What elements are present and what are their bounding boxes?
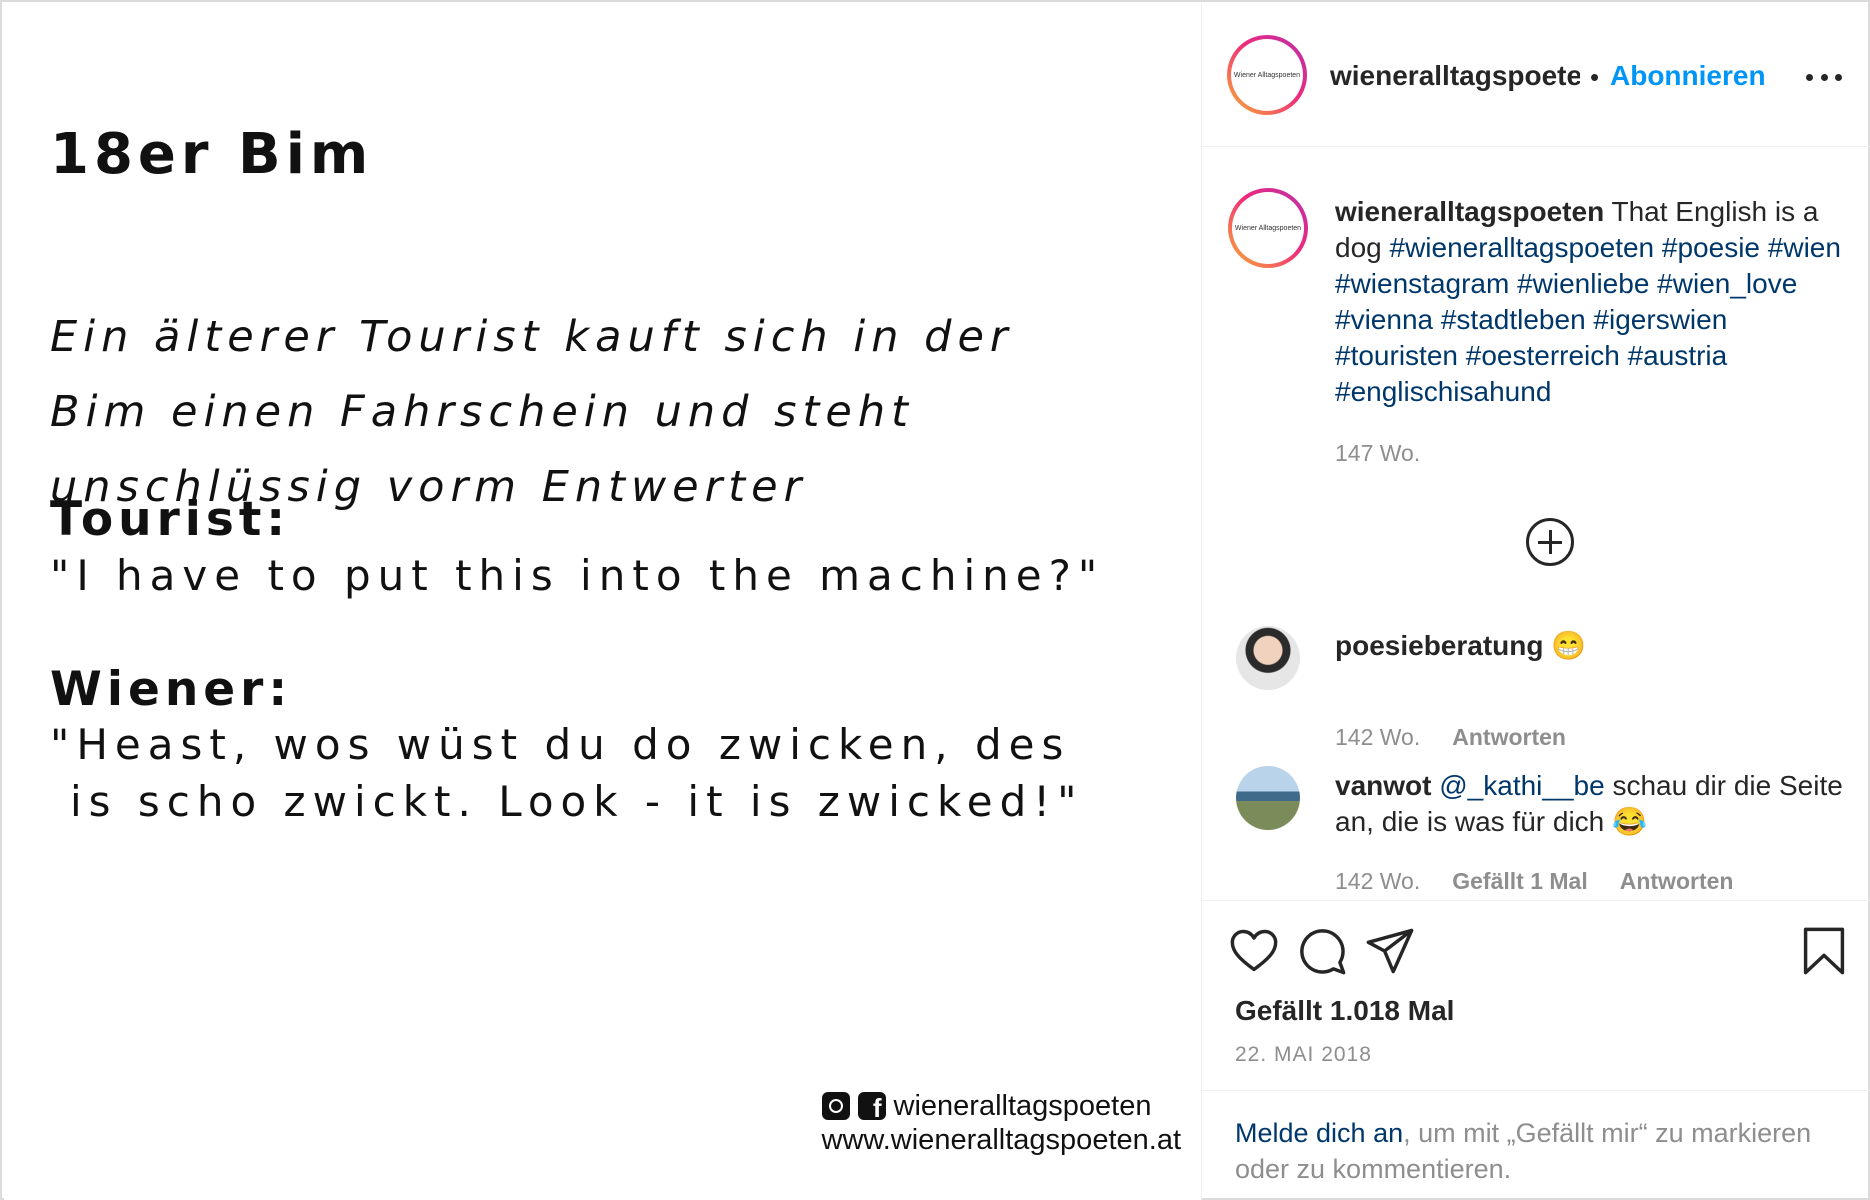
caption-time: 147 Wo.	[1335, 440, 1421, 466]
reply-button[interactable]: Antworten	[1620, 868, 1734, 894]
image-speaker-wiener: Wiener:	[50, 662, 293, 717]
comment-meta: 142 Wo. Antworten	[1335, 724, 1566, 751]
comment-time[interactable]: 142 Wo.	[1335, 724, 1420, 750]
post-window: 18er Bim Ein älterer Tourist kauft sich …	[0, 0, 1870, 1200]
avatar[interactable]	[1236, 766, 1300, 830]
image-quote-wiener-line1: "Heast, wos wüst du do zwicken, des	[50, 720, 1071, 769]
image-intro-line: Ein älterer Tourist kauft sich in der	[50, 312, 1014, 362]
comment-mention[interactable]: @_kathi__be	[1439, 770, 1604, 801]
image-intro-line: Bim einen Fahrschein und steht	[50, 387, 914, 437]
comment-time[interactable]: 142 Wo.	[1335, 868, 1420, 894]
avatar[interactable]: Wiener Alltagspoeten	[1228, 188, 1308, 268]
share-icon[interactable]	[1364, 925, 1416, 977]
header-username[interactable]: wieneralltagspoeten	[1330, 60, 1580, 92]
heart-icon[interactable]	[1228, 925, 1280, 977]
more-options-icon[interactable]	[1806, 62, 1842, 92]
load-more-comments-button[interactable]	[1526, 518, 1574, 566]
comment-username[interactable]: poesieberatung	[1335, 630, 1543, 661]
post-side-panel: Wiener Alltagspoeten wieneralltagspoeten…	[1202, 4, 1870, 1200]
login-prompt: Melde dich an, um mit „Gefällt mir“ zu m…	[1202, 1090, 1870, 1200]
image-footer-handle: wieneralltagspoeten	[893, 1089, 1152, 1122]
avatar[interactable]	[1236, 626, 1300, 690]
facebook-icon	[857, 1092, 886, 1124]
comment-username[interactable]: vanwot	[1335, 770, 1431, 801]
reply-button[interactable]: Antworten	[1452, 724, 1566, 750]
comments-section[interactable]: Wiener Alltagspoeten wieneralltagspoeten…	[1202, 148, 1870, 900]
post-actions: Gefällt 1.018 Mal 22. MAI 2018	[1202, 900, 1870, 1090]
comment-meta: 142 Wo. Gefällt 1 Mal Antworten	[1335, 868, 1733, 895]
caption: wieneralltagspoeten That English is a do…	[1335, 194, 1845, 410]
comment-text: 😁	[1551, 630, 1587, 661]
avatar[interactable]: Wiener Alltagspoeten	[1227, 35, 1307, 115]
caption-hashtags[interactable]: #wieneralltagspoeten #poesie #wien #wien…	[1335, 232, 1841, 407]
comment: poesieberatung 😁	[1335, 628, 1845, 664]
image-speaker-tourist: Tourist:	[50, 492, 291, 547]
image-quote-wiener-line2: is scho zwickt. Look - it is zwicked!"	[70, 777, 1084, 826]
login-link[interactable]: Melde dich an	[1235, 1118, 1403, 1148]
post-date[interactable]: 22. MAI 2018	[1235, 1043, 1372, 1067]
like-count[interactable]: Gefällt 1.018 Mal	[1235, 995, 1454, 1027]
follow-button[interactable]: Abonnieren	[1610, 60, 1766, 92]
caption-username[interactable]: wieneralltagspoeten	[1335, 196, 1604, 227]
login-text: Melde dich an, um mit „Gefällt mir“ zu m…	[1235, 1115, 1835, 1187]
post-image[interactable]: 18er Bim Ein älterer Tourist kauft sich …	[4, 4, 1201, 1200]
comment: vanwot @_kathi__be schau dir die Seite a…	[1335, 768, 1845, 840]
image-footer: wieneralltagspoeten www.wieneralltagspoe…	[821, 1089, 1181, 1157]
avatar-logo: Wiener Alltagspoeten	[1232, 192, 1304, 264]
instagram-icon	[821, 1092, 850, 1120]
header-separator: •	[1590, 62, 1600, 92]
image-footer-url: www.wieneralltagspoeten.at	[821, 1123, 1181, 1156]
image-title: 18er Bim	[50, 122, 374, 187]
bookmark-icon[interactable]	[1798, 925, 1850, 977]
comment-icon[interactable]	[1296, 925, 1348, 977]
avatar-logo: Wiener Alltagspoeten	[1231, 39, 1303, 111]
comment-likes[interactable]: Gefällt 1 Mal	[1452, 868, 1587, 894]
image-quote-tourist: "I have to put this into the machine?"	[50, 551, 1105, 600]
post-header: Wiener Alltagspoeten wieneralltagspoeten…	[1202, 4, 1870, 147]
